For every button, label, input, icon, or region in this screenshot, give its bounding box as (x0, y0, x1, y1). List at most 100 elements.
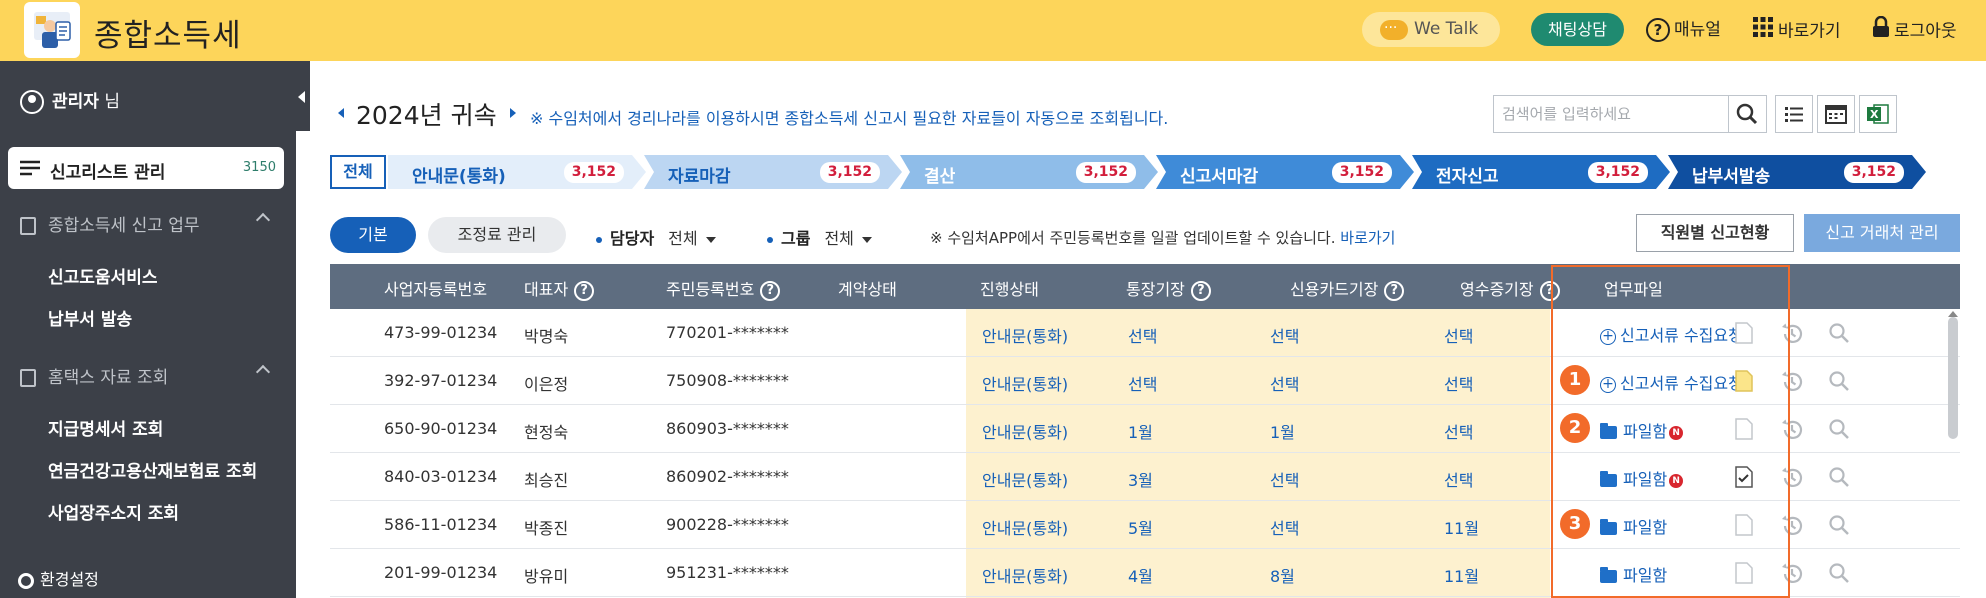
cell-rrn: 860903-******* (666, 419, 789, 438)
chevron-up-icon (255, 364, 271, 380)
sidebar-section-income-tax[interactable]: 종합소득세 신고 업무 (20, 211, 280, 236)
cell-status-link[interactable]: 안내문(통화) (982, 467, 1068, 491)
col-biz-no: 사업자등록번호 (384, 280, 488, 299)
work-file-highlight (1551, 265, 1790, 598)
sidebar-settings[interactable]: 환경설정 (18, 566, 99, 590)
list-view-button[interactable] (1775, 95, 1813, 133)
cell-card-select[interactable]: 8월 (1270, 563, 1295, 587)
step-label: 결산 (924, 167, 956, 187)
search-icon[interactable] (1828, 322, 1850, 348)
step-6[interactable]: 납부서발송 3,152 (1668, 155, 1926, 189)
search-input[interactable] (1494, 96, 1720, 132)
help-icon[interactable]: ? (760, 280, 781, 301)
cell-representative: 현정숙 (524, 423, 569, 442)
cell-representative: 박종진 (524, 519, 569, 538)
step-count: 3,152 (1844, 162, 1904, 183)
excel-button[interactable]: X (1859, 95, 1897, 133)
step-4[interactable]: 신고서마감 3,152 (1156, 155, 1414, 189)
cell-receipt-select[interactable]: 선택 (1444, 371, 1473, 395)
cell-card-select[interactable]: 선택 (1270, 323, 1299, 347)
cell-receipt-select[interactable]: 11월 (1444, 515, 1479, 539)
step-5[interactable]: 전자신고 3,152 (1412, 155, 1670, 189)
cell-card-select[interactable]: 선택 (1270, 515, 1299, 539)
cell-bank-select[interactable]: 3월 (1128, 467, 1153, 491)
list-icon (20, 160, 40, 176)
cell-rrn: 860902-******* (666, 467, 789, 486)
next-year-arrow[interactable] (510, 108, 516, 118)
cell-status-link[interactable]: 안내문(통화) (982, 419, 1068, 443)
staff-report-status-button[interactable]: 직원별 신고현황 (1636, 214, 1794, 252)
step-count: 3,152 (1588, 162, 1648, 183)
we-talk-icon (1380, 11, 1408, 46)
filter-note-text: ※ 수임처APP에서 주민등록번호를 일괄 업데이트할 수 있습니다. (930, 229, 1336, 247)
shortcut-link[interactable]: 바로가기 (1752, 16, 1841, 44)
step-label: 전자신고 (1436, 167, 1499, 187)
cell-biz-no: 392-97-01234 (384, 371, 498, 390)
step-2[interactable]: 자료마감 3,152 (644, 155, 902, 189)
cell-rrn: 900228-******* (666, 515, 789, 534)
cell-rrn: 750908-******* (666, 371, 789, 390)
help-icon[interactable]: ? (1384, 280, 1405, 301)
cell-card-select[interactable]: 선택 (1270, 467, 1299, 491)
cell-biz-no: 586-11-01234 (384, 515, 498, 534)
help-icon[interactable]: ? (1190, 280, 1211, 301)
tab-basic[interactable]: 기본 (330, 217, 416, 253)
cell-card-select[interactable]: 1월 (1270, 419, 1295, 443)
sidebar-item-label: 신고리스트 관리 (50, 163, 166, 183)
group-filter[interactable]: 그룹 전체 (767, 225, 872, 249)
sidebar-item-report-list[interactable]: 신고리스트 관리 3150 (8, 147, 284, 189)
lock-icon (1872, 15, 1890, 47)
search-icon[interactable] (1828, 514, 1850, 540)
step-1[interactable]: 안내문(통화) 3,152 (388, 155, 646, 189)
logo-icon[interactable] (24, 2, 80, 58)
search-icon[interactable] (1828, 370, 1850, 396)
cell-bank-select[interactable]: 1월 (1128, 419, 1153, 443)
list-icon (1785, 107, 1803, 122)
sidebar-item-payment-statement[interactable]: 지급명세서 조회 (48, 415, 163, 440)
calendar-button[interactable] (1817, 95, 1855, 133)
document-icon (20, 369, 36, 387)
search-icon[interactable] (1828, 466, 1850, 492)
shortcut-link-inline[interactable]: 바로가기 (1340, 229, 1395, 247)
search-button[interactable] (1728, 96, 1766, 132)
cell-receipt-select[interactable]: 선택 (1444, 323, 1473, 347)
chevron-up-icon (255, 212, 271, 228)
tab-adjust-fee[interactable]: 조정료 관리 (428, 217, 566, 253)
prev-year-arrow[interactable] (338, 108, 344, 118)
shortcut-label: 바로가기 (1778, 21, 1841, 42)
cell-bank-select[interactable]: 선택 (1128, 323, 1157, 347)
we-talk-button[interactable]: We Talk (1362, 11, 1500, 47)
sidebar-item-business-address[interactable]: 사업장주소지 조회 (48, 499, 179, 524)
cell-bank-select[interactable]: 선택 (1128, 371, 1157, 395)
sidebar-collapse-toggle[interactable] (296, 61, 310, 131)
cell-bank-select[interactable]: 4월 (1128, 563, 1153, 587)
cell-status-link[interactable]: 안내문(통화) (982, 323, 1068, 347)
bullet-icon (767, 236, 773, 243)
logout-link[interactable]: 로그아웃 (1872, 15, 1957, 47)
cell-status-link[interactable]: 안내문(통화) (982, 371, 1068, 395)
col-label: 대표자 (524, 280, 569, 299)
chat-consult-button[interactable]: 채팅상담 (1531, 13, 1624, 46)
vertical-scrollbar[interactable] (1948, 317, 1958, 439)
search-icon[interactable] (1828, 562, 1850, 588)
sidebar-item-payment-send[interactable]: 납부서 발송 (48, 305, 132, 330)
cell-status-link[interactable]: 안내문(통화) (982, 563, 1068, 587)
we-talk-label: We Talk (1414, 19, 1479, 39)
client-management-button[interactable]: 신고 거래처 관리 (1804, 214, 1960, 252)
cell-receipt-select[interactable]: 11월 (1444, 563, 1479, 587)
cell-card-select[interactable]: 선택 (1270, 371, 1299, 395)
cell-receipt-select[interactable]: 선택 (1444, 419, 1473, 443)
sidebar-item-help-service[interactable]: 신고도움서비스 (48, 263, 157, 288)
sidebar-item-insurance[interactable]: 연금건강고용산재보험료 조회 (48, 457, 257, 482)
cell-receipt-select[interactable]: 선택 (1444, 467, 1473, 491)
cell-status-link[interactable]: 안내문(통화) (982, 515, 1068, 539)
step-3[interactable]: 결산 3,152 (900, 155, 1158, 189)
cell-representative: 박명숙 (524, 327, 569, 346)
cell-bank-select[interactable]: 5월 (1128, 515, 1153, 539)
help-icon[interactable]: ? (574, 280, 595, 301)
search-icon[interactable] (1828, 418, 1850, 444)
manager-filter[interactable]: 담당자 전체 (596, 225, 716, 249)
step-all-button[interactable]: 전체 (330, 155, 386, 189)
manual-link[interactable]: ? 매뉴얼 (1646, 16, 1721, 44)
sidebar-section-hometax[interactable]: 홈택스 자료 조회 (20, 363, 280, 388)
